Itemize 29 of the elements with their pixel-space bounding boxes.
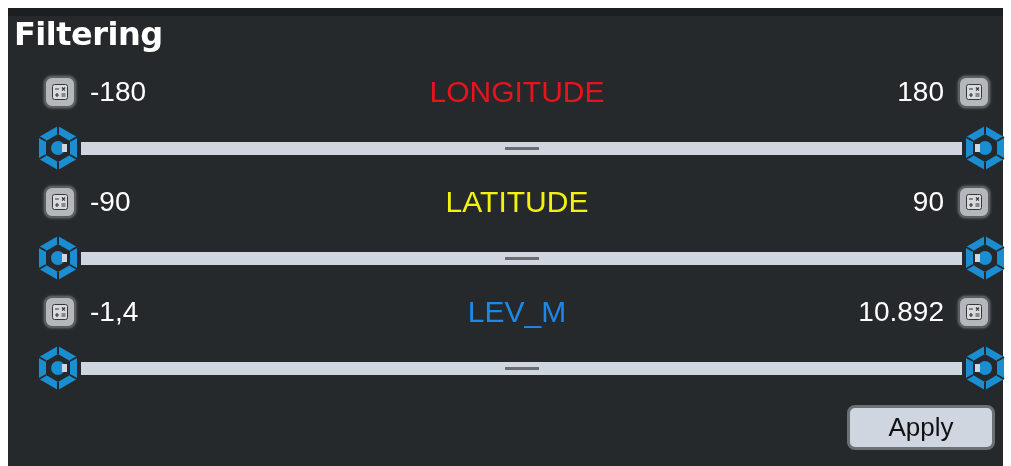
calculator-icon [52,84,68,100]
calculator-button[interactable] [44,186,76,218]
apply-button[interactable]: Apply [847,405,995,450]
calculator-icon [966,84,982,100]
panel-title: Filtering [13,16,164,55]
grip-icon[interactable] [504,256,539,260]
calculator-icon [52,304,68,320]
calculator-button[interactable] [958,76,990,108]
min-value: -90 [90,186,131,218]
calculator-button[interactable] [44,76,76,108]
max-value: 90 [912,186,944,218]
grip-icon[interactable] [504,146,539,150]
calculator-button[interactable] [958,186,990,218]
calculator-button[interactable] [44,296,76,328]
min-value: -180 [90,76,147,108]
grip-icon[interactable] [504,366,539,370]
min-value: -1,4 [90,296,139,328]
calculator-icon [52,194,68,210]
filter-label: LATITUDE [445,185,589,219]
range-slider-track[interactable] [81,361,962,375]
filter-label: LEV_M [467,295,567,329]
max-value: 10.892 [858,296,944,328]
calculator-button[interactable] [958,296,990,328]
range-slider-track[interactable] [81,141,962,155]
calculator-icon [966,194,982,210]
filter-label: LONGITUDE [429,75,605,109]
calculator-icon [966,304,982,320]
max-value: 180 [897,76,944,108]
range-slider-track[interactable] [81,251,962,265]
